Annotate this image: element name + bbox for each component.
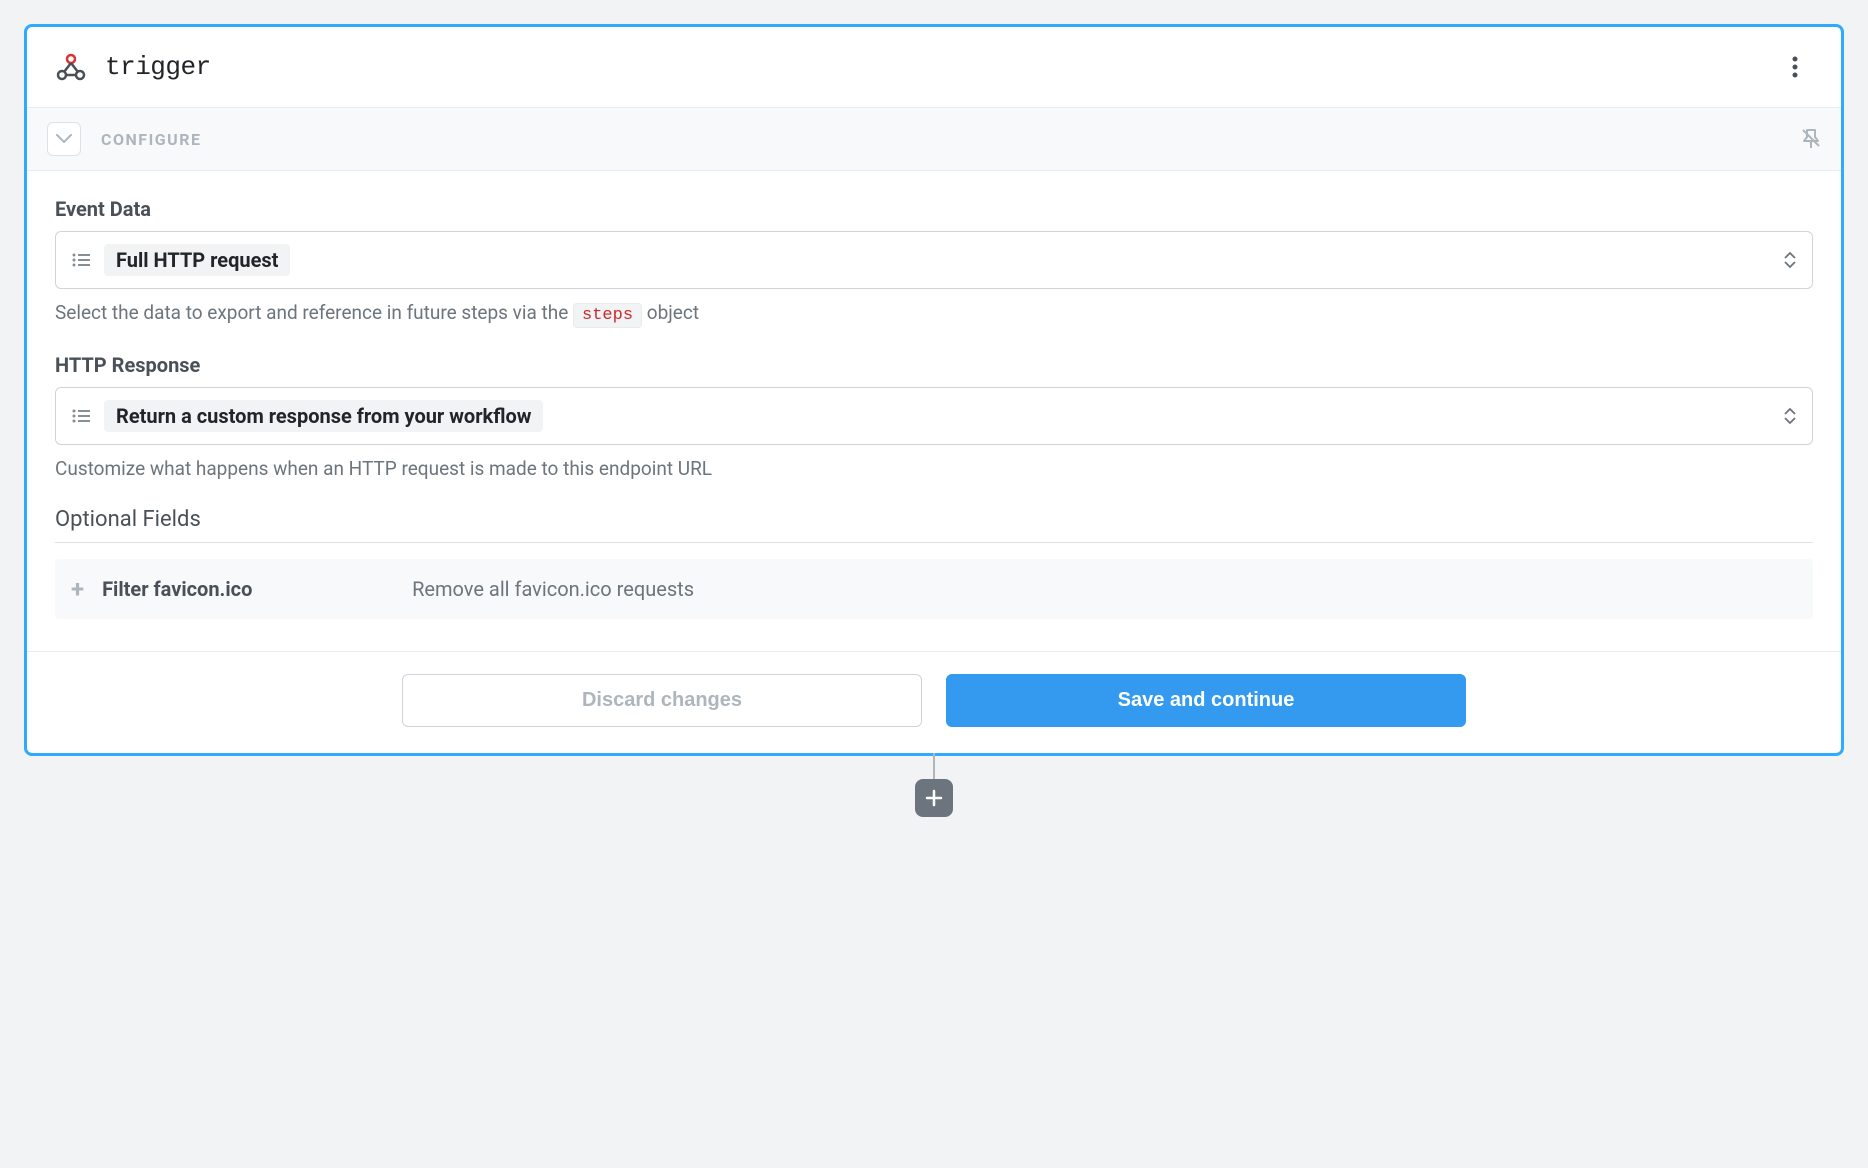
form-body: Event Data Full HTTP request Select the …	[27, 171, 1841, 629]
plus-icon: +	[71, 577, 84, 601]
steps-code-chip: steps	[573, 303, 642, 328]
configure-section-bar: CONFIGURE	[27, 108, 1841, 171]
help-text-after: object	[642, 301, 699, 324]
plus-icon	[925, 789, 943, 807]
sort-icon	[1784, 407, 1796, 425]
event-data-label: Event Data	[55, 197, 1813, 221]
list-icon	[72, 253, 90, 267]
trigger-step-card: trigger CONFIGURE Event Data	[24, 24, 1844, 756]
pin-off-icon	[1801, 128, 1821, 150]
list-icon	[72, 409, 90, 423]
section-label: CONFIGURE	[101, 130, 201, 149]
http-response-select[interactable]: Return a custom response from your workf…	[55, 387, 1813, 445]
http-response-value: Return a custom response from your workf…	[104, 400, 543, 432]
webhook-icon	[55, 51, 87, 83]
http-response-help: Customize what happens when an HTTP requ…	[55, 455, 1813, 484]
step-connector	[915, 753, 953, 817]
sort-icon	[1784, 251, 1796, 269]
optional-fields-header: Optional Fields	[55, 507, 1813, 543]
pin-button[interactable]	[1801, 128, 1821, 150]
step-title: trigger	[105, 52, 211, 82]
connector-line	[933, 753, 935, 779]
optional-field-row[interactable]: + Filter favicon.ico Remove all favicon.…	[55, 559, 1813, 619]
chevron-down-icon	[56, 134, 72, 144]
help-text-before: Select the data to export and reference …	[55, 301, 573, 324]
optional-fields-section: Optional Fields + Filter favicon.ico Rem…	[55, 507, 1813, 619]
http-response-label: HTTP Response	[55, 353, 1813, 377]
collapse-toggle[interactable]	[47, 122, 81, 156]
event-data-help: Select the data to export and reference …	[55, 299, 1813, 329]
save-button[interactable]: Save and continue	[946, 674, 1466, 727]
discard-button[interactable]: Discard changes	[402, 674, 922, 727]
more-menu-button[interactable]	[1777, 49, 1813, 85]
event-data-field: Event Data Full HTTP request Select the …	[55, 197, 1813, 329]
add-step-button[interactable]	[915, 779, 953, 817]
optional-field-name: Filter favicon.ico	[102, 577, 412, 601]
event-data-select[interactable]: Full HTTP request	[55, 231, 1813, 289]
card-footer: Discard changes Save and continue	[27, 652, 1841, 753]
more-vertical-icon	[1792, 56, 1798, 78]
event-data-value: Full HTTP request	[104, 244, 290, 276]
optional-field-desc: Remove all favicon.ico requests	[412, 577, 694, 601]
card-header: trigger	[27, 27, 1841, 108]
http-response-field: HTTP Response Return a custom response f…	[55, 353, 1813, 484]
